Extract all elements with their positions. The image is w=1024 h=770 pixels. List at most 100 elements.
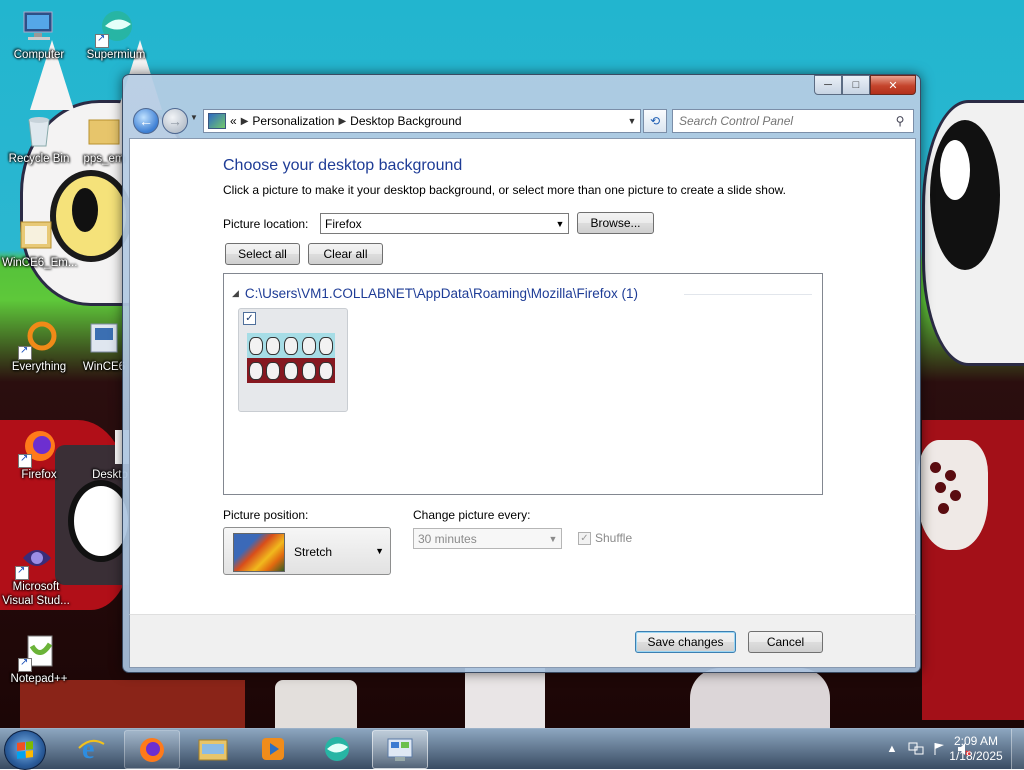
save-changes-button[interactable]: Save changes <box>635 631 736 653</box>
thumbnail-row <box>247 333 335 358</box>
start-button[interactable] <box>4 730 46 770</box>
folder-icon <box>85 112 123 150</box>
taskbar-media-player[interactable] <box>246 730 300 767</box>
picture-location-select[interactable]: Firefox ▼ <box>320 213 569 234</box>
window-controls: ─ □ ✕ <box>814 75 916 95</box>
taskbar-control-panel[interactable] <box>372 730 428 769</box>
breadcrumb-personalization[interactable]: Personalization <box>252 114 334 128</box>
select-all-button[interactable]: Select all <box>225 243 300 265</box>
thumbnail-checkbox[interactable]: ✓ <box>243 312 256 325</box>
desktop-icon-visual-studio[interactable]: Microsoft Visual Stud... <box>2 540 70 608</box>
search-icon[interactable]: ⚲ <box>891 114 909 128</box>
desktop-icon-label: Notepad++ <box>10 673 68 685</box>
desktop-icon-label: pps_em <box>83 153 125 165</box>
wallpaper-cat-pupil <box>72 188 98 232</box>
shortcut-arrow-icon <box>18 344 32 360</box>
control-panel-window: ─ □ ✕ ← → ▼ « ▶ Personalization ▶ Deskto… <box>122 74 921 673</box>
recycle-bin-icon <box>20 112 58 150</box>
picture-position-select[interactable]: Stretch ▼ <box>223 527 391 575</box>
desktop-icon-supermium[interactable]: Supermium <box>82 8 150 62</box>
shuffle-label: Shuffle <box>595 531 633 545</box>
clear-all-button[interactable]: Clear all <box>308 243 383 265</box>
shuffle-checkbox[interactable]: ✓ <box>578 531 591 545</box>
windows-logo-icon <box>17 741 33 759</box>
maximize-button[interactable]: □ <box>842 75 870 95</box>
wallpaper-white-shape <box>465 668 545 728</box>
group-divider <box>684 294 812 295</box>
refresh-button[interactable]: ⟲ <box>643 109 667 133</box>
group-header-label: C:\Users\VM1.COLLABNET\AppData\Roaming\M… <box>244 286 639 301</box>
thumbnail-cat <box>248 336 263 355</box>
desktop-icon-wince6-em[interactable]: WinCE6_Em... <box>2 216 77 270</box>
thumbnail-cat <box>283 336 298 355</box>
show-hidden-icons-button[interactable]: ▲ <box>884 741 900 757</box>
taskbar-internet-explorer[interactable]: e <box>64 730 118 767</box>
address-bar[interactable]: « ▶ Personalization ▶ Desktop Background… <box>203 109 641 133</box>
close-button[interactable]: ✕ <box>870 75 916 95</box>
desktop-icon-recycle-bin[interactable]: Recycle Bin <box>5 112 73 166</box>
desktop-icon-label: Recycle Bin <box>8 153 70 165</box>
control-panel-icon <box>208 113 226 129</box>
wallpaper-hand <box>690 668 830 728</box>
group-header[interactable]: ◢ C:\Users\VM1.COLLABNET\AppData\Roaming… <box>232 286 638 301</box>
wallpaper-board <box>20 680 245 728</box>
desktop-icon-notepad-plus-plus[interactable]: Notepad++ <box>5 632 73 686</box>
svg-text:e: e <box>82 734 94 764</box>
search-input[interactable] <box>673 113 891 129</box>
thumbnail-row <box>247 358 335 383</box>
breadcrumb-separator-icon[interactable]: ▶ <box>338 116 346 127</box>
minimize-button[interactable]: ─ <box>814 75 842 95</box>
back-button[interactable]: ← <box>133 108 159 134</box>
recent-pages-dropdown[interactable]: ▼ <box>190 113 198 122</box>
arrow-right-icon: → <box>168 113 182 129</box>
thumbnail-image <box>247 333 335 383</box>
picture-location-label: Picture location: <box>223 217 309 231</box>
refresh-icon: ⟲ <box>649 114 661 128</box>
shortcut-arrow-icon <box>15 564 29 580</box>
desktop-icon-firefox[interactable]: Firefox <box>5 428 73 482</box>
desktop-icon-label: WinCE6_Em... <box>2 257 78 269</box>
taskbar-file-explorer[interactable] <box>186 730 240 767</box>
search-box[interactable]: ⚲ <box>672 109 914 133</box>
wallpaper-thumbnail[interactable]: ✓ <box>238 308 348 412</box>
clock-date: 1/18/2025 <box>949 749 1003 763</box>
taskbar-supermium[interactable] <box>310 730 364 767</box>
desktop-icon-label: Everything <box>11 361 67 373</box>
thumbnail-cat <box>319 361 334 380</box>
picture-position-value: Stretch <box>294 545 333 559</box>
shortcut-arrow-icon <box>18 656 32 672</box>
cancel-button[interactable]: Cancel <box>748 631 823 653</box>
notepad-plus-plus-icon <box>18 632 58 672</box>
change-picture-interval-select[interactable]: 30 minutes ▼ <box>413 528 562 549</box>
folder-icon <box>198 739 228 760</box>
wallpaper-dot <box>945 470 956 481</box>
desktop-icon-label: Microsoft Visual Stud... <box>2 581 70 607</box>
supermium-icon <box>325 736 349 761</box>
network-icon[interactable] <box>908 741 924 757</box>
breadcrumb-separator-icon[interactable]: ▶ <box>241 116 249 127</box>
position-preview-image <box>233 533 285 572</box>
wallpaper-cup <box>275 680 357 728</box>
thumbnail-cat <box>266 336 281 355</box>
wallpaper-dot <box>935 482 946 493</box>
breadcrumb-desktop-background[interactable]: Desktop Background <box>350 114 461 128</box>
desktop-icon-label: Computer <box>13 49 65 61</box>
shuffle-option[interactable]: ✓ Shuffle <box>578 531 632 545</box>
collapse-triangle-icon[interactable]: ◢ <box>232 288 239 299</box>
show-desktop-button[interactable] <box>1011 729 1024 769</box>
thumbnail-cat <box>266 361 281 380</box>
control-panel-icon <box>387 738 413 761</box>
chevron-down-icon: ▼ <box>548 533 558 544</box>
thumbnail-cat <box>283 361 298 380</box>
breadcrumb-overflow[interactable]: « <box>230 114 237 128</box>
desktop-icon-everything[interactable]: Everything <box>5 320 73 374</box>
browse-button[interactable]: Browse... <box>577 212 654 234</box>
forward-button[interactable]: → <box>162 108 188 134</box>
taskbar-clock[interactable]: 2:09 AM 1/18/2025 <box>936 734 1016 764</box>
taskbar-firefox[interactable] <box>124 730 180 769</box>
computer-icon <box>20 8 58 46</box>
arrow-left-icon: ← <box>139 113 153 129</box>
desktop-icon-computer[interactable]: Computer <box>5 8 73 62</box>
picture-list[interactable]: ◢ C:\Users\VM1.COLLABNET\AppData\Roaming… <box>223 273 823 495</box>
address-dropdown-icon[interactable]: ▼ <box>624 116 640 126</box>
